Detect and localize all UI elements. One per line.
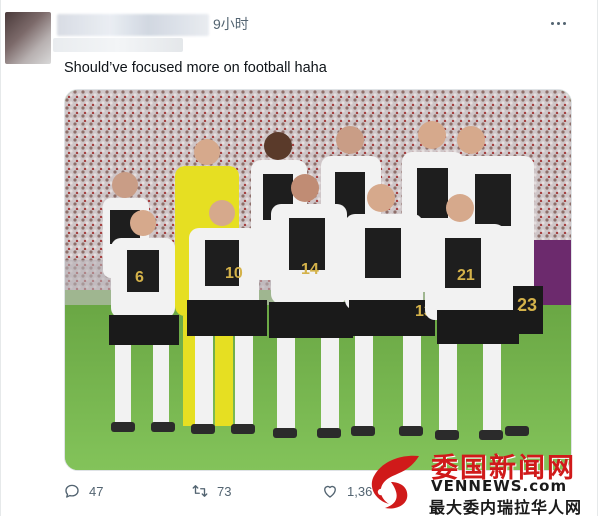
retweet-icon [192, 485, 208, 497]
watermark-url: VENNEWS.com [431, 477, 568, 495]
watermark: 委国新闻网 VENNEWS.com 最大委内瑞拉华人网 [331, 444, 598, 517]
jersey-number: 21 [457, 267, 475, 284]
avatar[interactable] [5, 12, 51, 64]
jersey-number: 14 [301, 261, 319, 278]
jersey-number: 10 [225, 265, 243, 282]
team-photo-illustration: 23 6 10 14 13 21 [65, 90, 571, 470]
retweet-button[interactable]: 73 [191, 482, 231, 500]
tweet-timestamp[interactable]: 9小时 [213, 14, 249, 34]
jersey-number: 23 [517, 295, 537, 315]
bird-logo-icon [371, 455, 419, 509]
tweet-card[interactable]: 9小时 Should’ve focused more on football h… [0, 0, 598, 517]
retweet-count: 73 [217, 483, 232, 499]
tweet-photo[interactable]: 23 6 10 14 13 21 [64, 89, 572, 471]
blurred-username[interactable] [57, 14, 209, 36]
reply-icon [65, 484, 79, 498]
reply-button[interactable]: 47 [63, 482, 103, 500]
reply-count: 47 [89, 483, 104, 499]
tweet-text: Should’ve focused more on football haha [64, 60, 327, 76]
more-options-icon[interactable] [551, 16, 571, 30]
jersey-number: 6 [135, 269, 144, 286]
blurred-handle [53, 38, 183, 52]
watermark-tagline: 最大委内瑞拉华人网 [429, 498, 583, 517]
